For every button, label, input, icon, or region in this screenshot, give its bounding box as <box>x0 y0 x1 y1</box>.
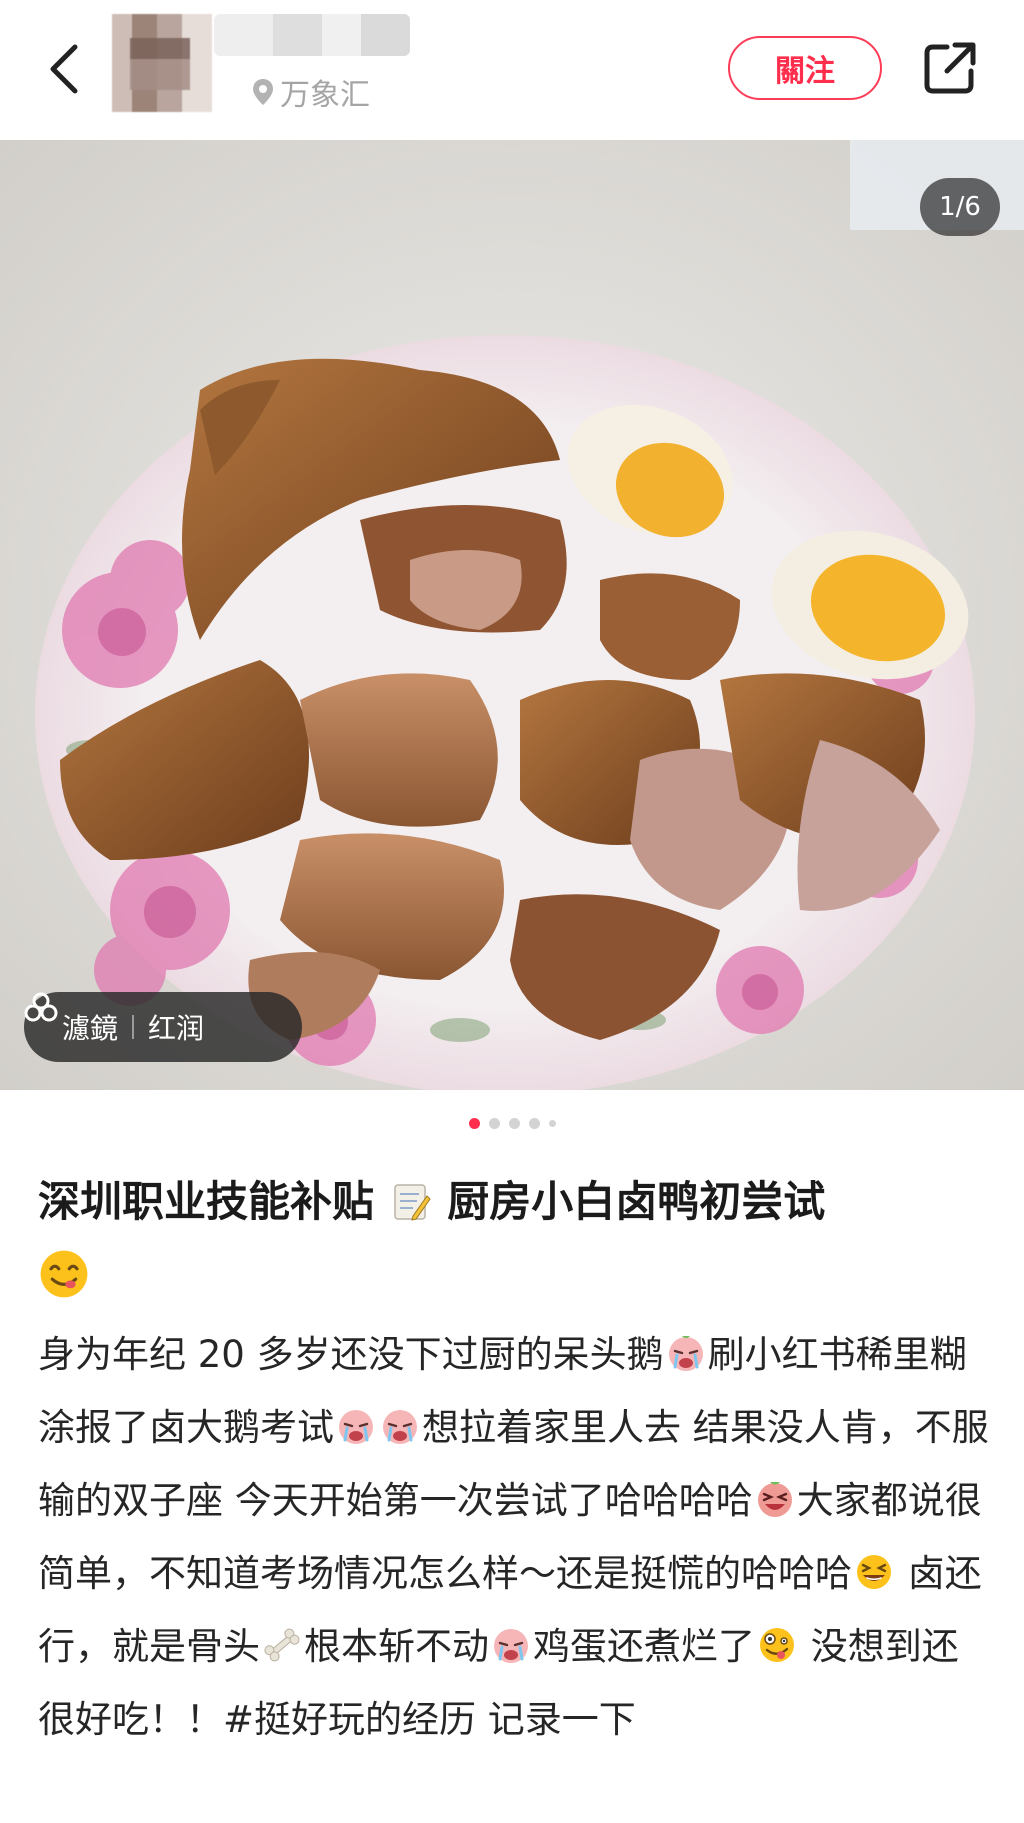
post-image[interactable]: 1/6 濾鏡 红润 <box>0 140 1024 1090</box>
bone-emoji-icon <box>264 1628 300 1662</box>
zany-face-emoji-icon <box>760 1628 794 1662</box>
share-icon <box>924 42 976 94</box>
body-segment: 身为年纪 20 多岁还没下过厨的呆头鹅 <box>38 1333 664 1376</box>
post-title: 深圳职业技能补贴 厨房小白卤鸭初尝试 <box>38 1165 988 1313</box>
image-counter-badge: 1/6 <box>920 178 1000 236</box>
post-title-part2: 厨房小白卤鸭初尝试 <box>447 1177 826 1226</box>
carousel-dot[interactable] <box>548 1120 556 1127</box>
post-body: 身为年纪 20 多岁还没下过厨的呆头鹅 刷小红书稀里糊涂报了卤大鹅考试 想拉着家里人… <box>38 1318 990 1756</box>
carousel-dot[interactable] <box>468 1118 480 1129</box>
post-title-part1: 深圳职业技能补贴 <box>38 1177 375 1226</box>
braised-duck-photo <box>0 140 1024 1090</box>
crying-face-emoji-icon <box>668 1336 703 1371</box>
hashtag-link[interactable]: #挺好玩的经历 记录一下 <box>223 1698 636 1741</box>
carousel-dot[interactable] <box>528 1118 540 1129</box>
filter-badge[interactable]: 濾鏡 红润 <box>24 992 302 1062</box>
share-button[interactable] <box>918 36 982 100</box>
chevron-left-icon <box>50 44 78 94</box>
filter-divider <box>132 1015 135 1039</box>
back-button[interactable] <box>38 34 90 104</box>
crying-face-emoji-icon <box>494 1629 528 1663</box>
top-bar: 万象汇 關注 <box>0 0 1024 140</box>
location-pin-icon <box>253 79 273 105</box>
carousel-dot[interactable] <box>488 1118 500 1129</box>
memo-emoji-icon <box>393 1184 431 1221</box>
body-segment: 鸡蛋还煮烂了 <box>533 1625 755 1668</box>
laughing-face-emoji-icon <box>757 1482 792 1517</box>
location-tag[interactable]: 万象汇 <box>252 72 370 113</box>
grinning-squint-emoji-icon <box>857 1555 891 1589</box>
crying-face-emoji-icon <box>383 1410 417 1444</box>
carousel-dots <box>0 1118 1024 1129</box>
body-segment: 根本斩不动 <box>304 1625 489 1668</box>
filter-value: 红润 <box>148 1012 205 1045</box>
location-text: 万象汇 <box>280 78 370 113</box>
follow-button[interactable]: 關注 <box>728 36 882 100</box>
crying-face-emoji-icon <box>339 1410 373 1444</box>
carousel-dot[interactable] <box>508 1118 520 1129</box>
yum-face-emoji-icon <box>40 1250 88 1298</box>
filter-label: 濾鏡 <box>62 1012 119 1045</box>
username-blurred[interactable] <box>214 14 410 56</box>
avatar[interactable] <box>112 14 212 112</box>
